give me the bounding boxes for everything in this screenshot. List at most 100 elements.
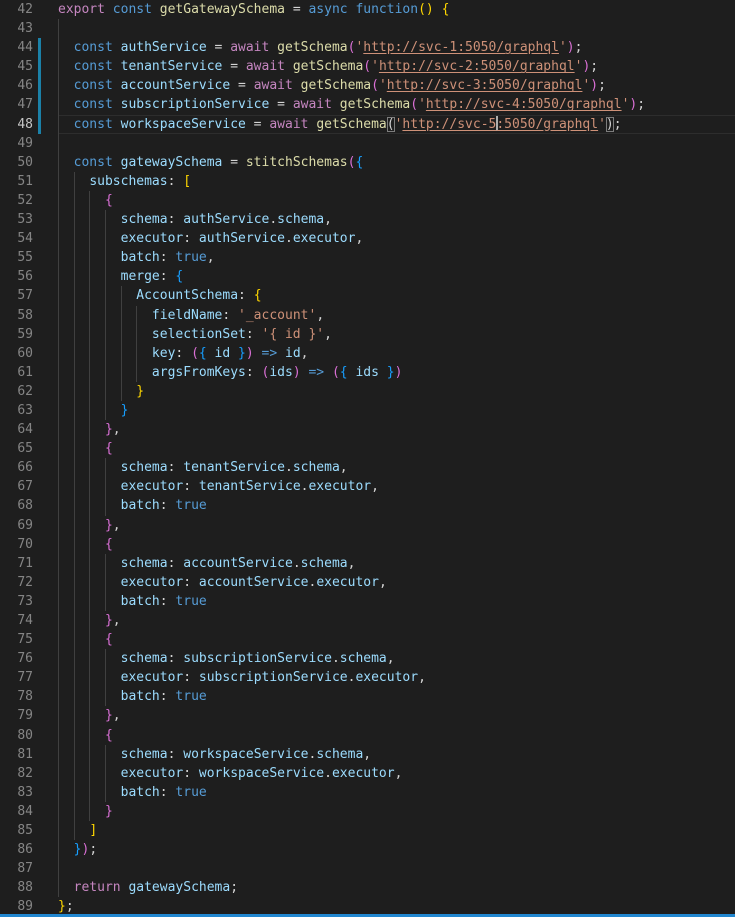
code-token <box>58 117 74 132</box>
code-line[interactable]: 83 batch: true <box>0 783 735 802</box>
code-token <box>379 365 387 380</box>
code-line[interactable]: 46 const accountService = await getSchem… <box>0 76 735 95</box>
code-token: '{ id }' <box>262 327 325 342</box>
code-line[interactable]: 69 }, <box>0 516 735 535</box>
code-line-content: argsFromKeys: (ids) => ({ ids }) <box>58 363 735 382</box>
code-line[interactable]: 77 executor: subscriptionService.executo… <box>0 668 735 687</box>
code-line[interactable]: 66 schema: tenantService.schema, <box>0 458 735 477</box>
indent-guide <box>105 344 106 363</box>
code-line-content: executor: workspaceService.executor, <box>58 764 735 783</box>
code-token: true <box>175 498 206 513</box>
code-line[interactable]: 71 schema: accountService.schema, <box>0 554 735 573</box>
code-line[interactable]: 47 const subscriptionService = await get… <box>0 95 735 114</box>
code-line[interactable]: 68 batch: true <box>0 496 735 515</box>
code-token: , <box>363 747 371 762</box>
indent-guide <box>89 649 90 668</box>
code-line[interactable]: 67 executor: tenantService.executor, <box>0 477 735 496</box>
code-line[interactable]: 54 executor: authService.executor, <box>0 229 735 248</box>
line-number: 57 <box>0 286 58 305</box>
code-token <box>152 2 160 17</box>
code-token: getSchema <box>277 40 347 55</box>
code-token: ( <box>363 59 371 74</box>
code-line[interactable]: 82 executor: workspaceService.executor, <box>0 764 735 783</box>
indent-guide <box>105 554 106 573</box>
code-line[interactable]: 84 } <box>0 802 735 821</box>
code-line[interactable]: 80 { <box>0 726 735 745</box>
indent-guide <box>89 420 90 439</box>
code-token: schema <box>121 747 168 762</box>
indent-guide <box>74 477 75 496</box>
code-line[interactable]: 59 selectionSet: '{ id }', <box>0 325 735 344</box>
code-token: selectionSet <box>152 327 246 342</box>
code-line[interactable]: 62 } <box>0 382 735 401</box>
code-token: executor <box>121 766 184 781</box>
code-token: ; <box>637 97 645 112</box>
code-token <box>58 155 74 170</box>
code-line[interactable]: 58 fieldName: '_account', <box>0 306 735 325</box>
indent-guide <box>121 363 122 382</box>
indent-guide <box>89 611 90 630</box>
code-line[interactable]: 51 subschemas: [ <box>0 172 735 191</box>
code-line-content: batch: true, <box>58 248 735 267</box>
indent-guide <box>74 191 75 210</box>
code-line[interactable]: 79 }, <box>0 706 735 725</box>
url-link-text[interactable]: :5050/graphql <box>496 117 598 132</box>
url-link-text[interactable]: http://svc-5 <box>402 117 496 132</box>
code-line[interactable]: 73 batch: true <box>0 592 735 611</box>
code-line[interactable]: 49 <box>0 134 735 153</box>
code-token: batch <box>121 785 160 800</box>
code-line-content: { <box>58 630 735 649</box>
code-line[interactable]: 81 schema: workspaceService.schema, <box>0 745 735 764</box>
code-line[interactable]: 74 }, <box>0 611 735 630</box>
code-token <box>58 384 136 399</box>
code-line[interactable]: 76 schema: subscriptionService.schema, <box>0 649 735 668</box>
indent-guide <box>136 306 137 325</box>
code-token <box>58 40 74 55</box>
code-token: const <box>74 40 113 55</box>
url-link-text[interactable]: http://svc-1:5050/graphql <box>363 40 559 55</box>
code-token <box>58 880 74 895</box>
line-number: 78 <box>0 687 58 706</box>
code-line[interactable]: 86 }); <box>0 840 735 859</box>
code-line[interactable]: 88 return gatewaySchema; <box>0 878 735 897</box>
code-line[interactable]: 65 { <box>0 439 735 458</box>
code-token: } <box>105 613 113 628</box>
indent-guide <box>89 248 90 267</box>
code-line[interactable]: 50 const gatewaySchema = stitchSchemas({ <box>0 153 735 172</box>
url-link-text[interactable]: http://svc-2:5050/graphql <box>379 59 575 74</box>
code-token: ( <box>332 365 340 380</box>
code-token <box>277 346 285 361</box>
indent-guide <box>89 802 90 821</box>
code-line[interactable]: 85 ] <box>0 821 735 840</box>
code-token <box>269 40 277 55</box>
code-line[interactable]: 63 } <box>0 401 735 420</box>
code-line[interactable]: 75 { <box>0 630 735 649</box>
code-line[interactable]: 60 key: ({ id }) => id, <box>0 344 735 363</box>
code-token <box>254 346 262 361</box>
code-line[interactable]: 56 merge: { <box>0 267 735 286</box>
url-link-text[interactable]: http://svc-3:5050/graphql <box>387 78 583 93</box>
code-line[interactable]: 72 executor: accountService.executor, <box>0 573 735 592</box>
code-editor[interactable]: 42export const getGatewaySchema = async … <box>0 0 735 917</box>
code-token: { <box>105 441 113 456</box>
code-line[interactable]: 53 schema: authService.schema, <box>0 210 735 229</box>
code-line[interactable]: 70 { <box>0 535 735 554</box>
code-line[interactable]: 64 }, <box>0 420 735 439</box>
code-line[interactable]: 57 AccountSchema: { <box>0 286 735 305</box>
code-line[interactable]: 45 const tenantService = await getSchema… <box>0 57 735 76</box>
code-line[interactable]: 43 <box>0 19 735 38</box>
indent-guide <box>121 286 122 305</box>
code-line[interactable]: 87 <box>0 859 735 878</box>
code-line[interactable]: 55 batch: true, <box>0 248 735 267</box>
code-line[interactable]: 42export const getGatewaySchema = async … <box>0 0 735 19</box>
code-line[interactable]: 61 argsFromKeys: (ids) => ({ ids }) <box>0 363 735 382</box>
code-line[interactable]: 52 { <box>0 191 735 210</box>
code-token: true <box>175 689 206 704</box>
line-number: 62 <box>0 382 58 401</box>
code-line-content: fieldName: '_account', <box>58 306 735 325</box>
code-line[interactable]: 48 const workspaceService = await getSch… <box>0 115 735 134</box>
code-token: await <box>254 78 293 93</box>
code-line[interactable]: 78 batch: true <box>0 687 735 706</box>
code-line[interactable]: 44 const authService = await getSchema('… <box>0 38 735 57</box>
url-link-text[interactable]: http://svc-4:5050/graphql <box>426 97 622 112</box>
